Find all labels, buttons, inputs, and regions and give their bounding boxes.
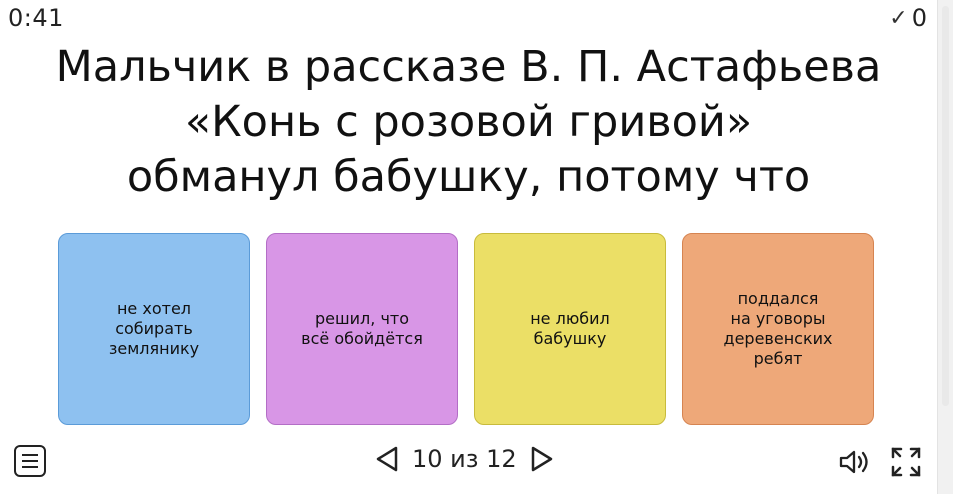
page-indicator: 10 из 12 xyxy=(412,445,517,473)
speaker-icon[interactable] xyxy=(838,448,874,476)
check-icon: ✓ xyxy=(889,5,908,31)
answer-option-1[interactable]: не хотел собирать землянику xyxy=(58,233,250,425)
pager: 10 из 12 xyxy=(372,444,557,474)
footer-bar: 10 из 12 xyxy=(0,438,937,494)
score-value: 0 xyxy=(911,4,927,32)
answer-option-4[interactable]: поддался на уговоры деревенских ребят xyxy=(682,233,874,425)
timer: 0:41 xyxy=(8,4,64,32)
scrollbar-thumb[interactable] xyxy=(942,6,949,406)
answer-option-2[interactable]: решил, что всё обойдётся xyxy=(266,233,458,425)
fullscreen-icon[interactable] xyxy=(890,446,922,478)
question-text: Мальчик в рассказе В. П. Астафьева «Конь… xyxy=(55,42,882,202)
triangle-left-icon[interactable] xyxy=(372,444,402,474)
triangle-right-icon[interactable] xyxy=(527,444,557,474)
menu-icon[interactable] xyxy=(14,445,46,477)
quiz-frame: 0:41 ✓ 0 Мальчик в рассказе В. П. Астафь… xyxy=(0,0,937,494)
answer-options: не хотел собирать землянику решил, что в… xyxy=(58,233,874,425)
score: ✓ 0 xyxy=(889,4,927,32)
scrollbar[interactable] xyxy=(937,0,953,494)
answer-option-3[interactable]: не любил бабушку xyxy=(474,233,666,425)
